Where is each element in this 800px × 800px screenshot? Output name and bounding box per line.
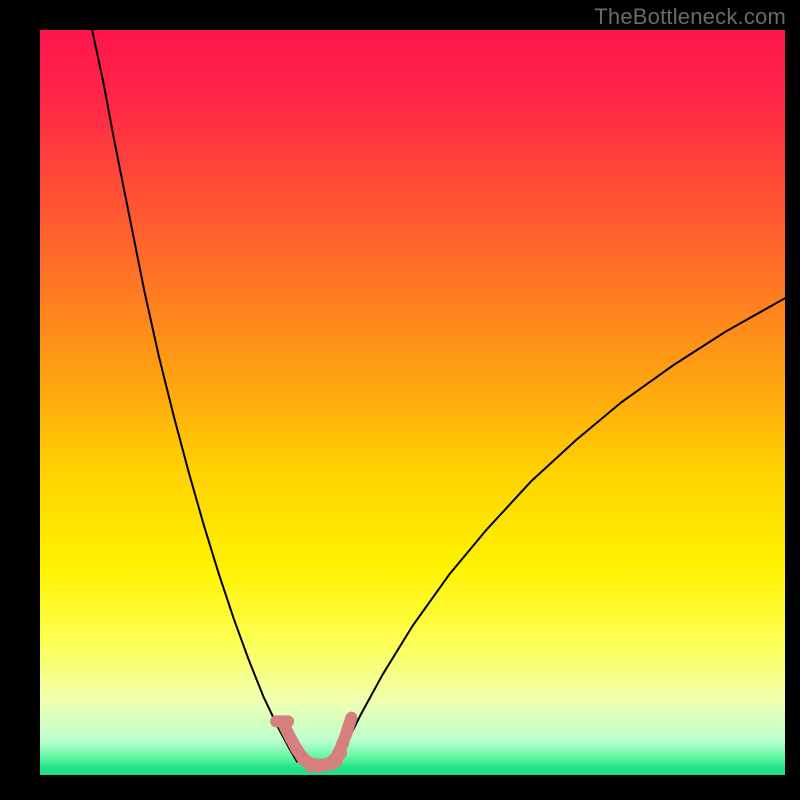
plot-area xyxy=(40,30,785,775)
chart-stage: TheBottleneck.com xyxy=(0,0,800,800)
marker-dash xyxy=(347,718,351,731)
site-watermark: TheBottleneck.com xyxy=(594,4,786,30)
gradient-background xyxy=(40,30,785,775)
plot-svg xyxy=(40,30,785,775)
